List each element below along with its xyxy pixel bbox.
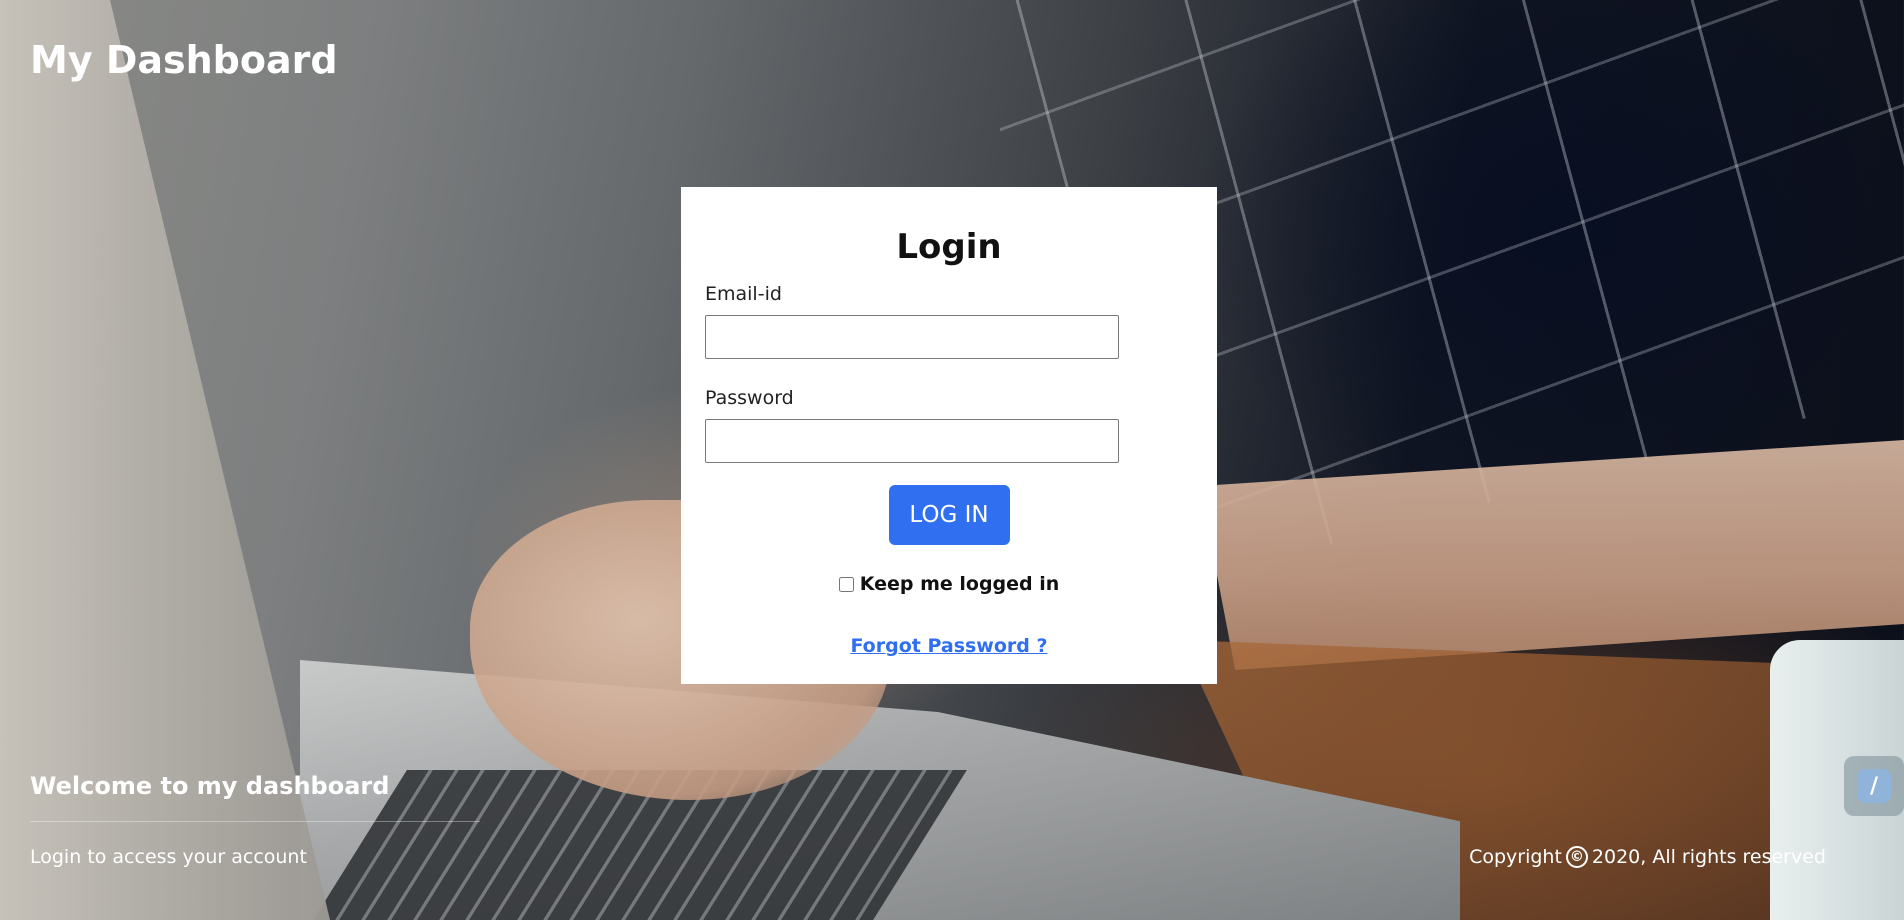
copyright: Copyright © 2020, All rights reserved bbox=[1469, 846, 1826, 868]
slash-logo-icon: / bbox=[1857, 769, 1891, 803]
email-field[interactable] bbox=[705, 315, 1119, 359]
desk bbox=[1180, 640, 1904, 920]
remember-checkbox[interactable] bbox=[838, 576, 854, 592]
copyright-icon: © bbox=[1565, 846, 1588, 868]
laptop-base bbox=[300, 660, 1460, 920]
welcome-title: Welcome to my dashboard bbox=[30, 772, 390, 800]
copyright-text: 2020, All rights reserved bbox=[1591, 846, 1826, 868]
password-block: Password bbox=[705, 387, 1193, 463]
password-label: Password bbox=[705, 387, 794, 409]
email-label: Email-id bbox=[705, 283, 782, 305]
divider bbox=[30, 821, 480, 822]
copyright-prefix: Copyright bbox=[1469, 846, 1562, 868]
floating-widget-button[interactable]: / bbox=[1844, 756, 1904, 816]
login-card: Login Email-id Password LOG IN Keep me l… bbox=[681, 187, 1217, 684]
forgot-password-link[interactable]: Forgot Password ? bbox=[705, 635, 1193, 657]
remember-row: Keep me logged in bbox=[705, 573, 1193, 595]
remember-label[interactable]: Keep me logged in bbox=[860, 573, 1060, 595]
keyboard bbox=[313, 770, 967, 920]
welcome-subtitle: Login to access your account bbox=[30, 846, 307, 868]
password-field[interactable] bbox=[705, 419, 1119, 463]
arm bbox=[1200, 440, 1904, 670]
login-heading: Login bbox=[896, 227, 1002, 267]
page-title: My Dashboard bbox=[30, 38, 338, 82]
login-button[interactable]: LOG IN bbox=[888, 485, 1010, 545]
